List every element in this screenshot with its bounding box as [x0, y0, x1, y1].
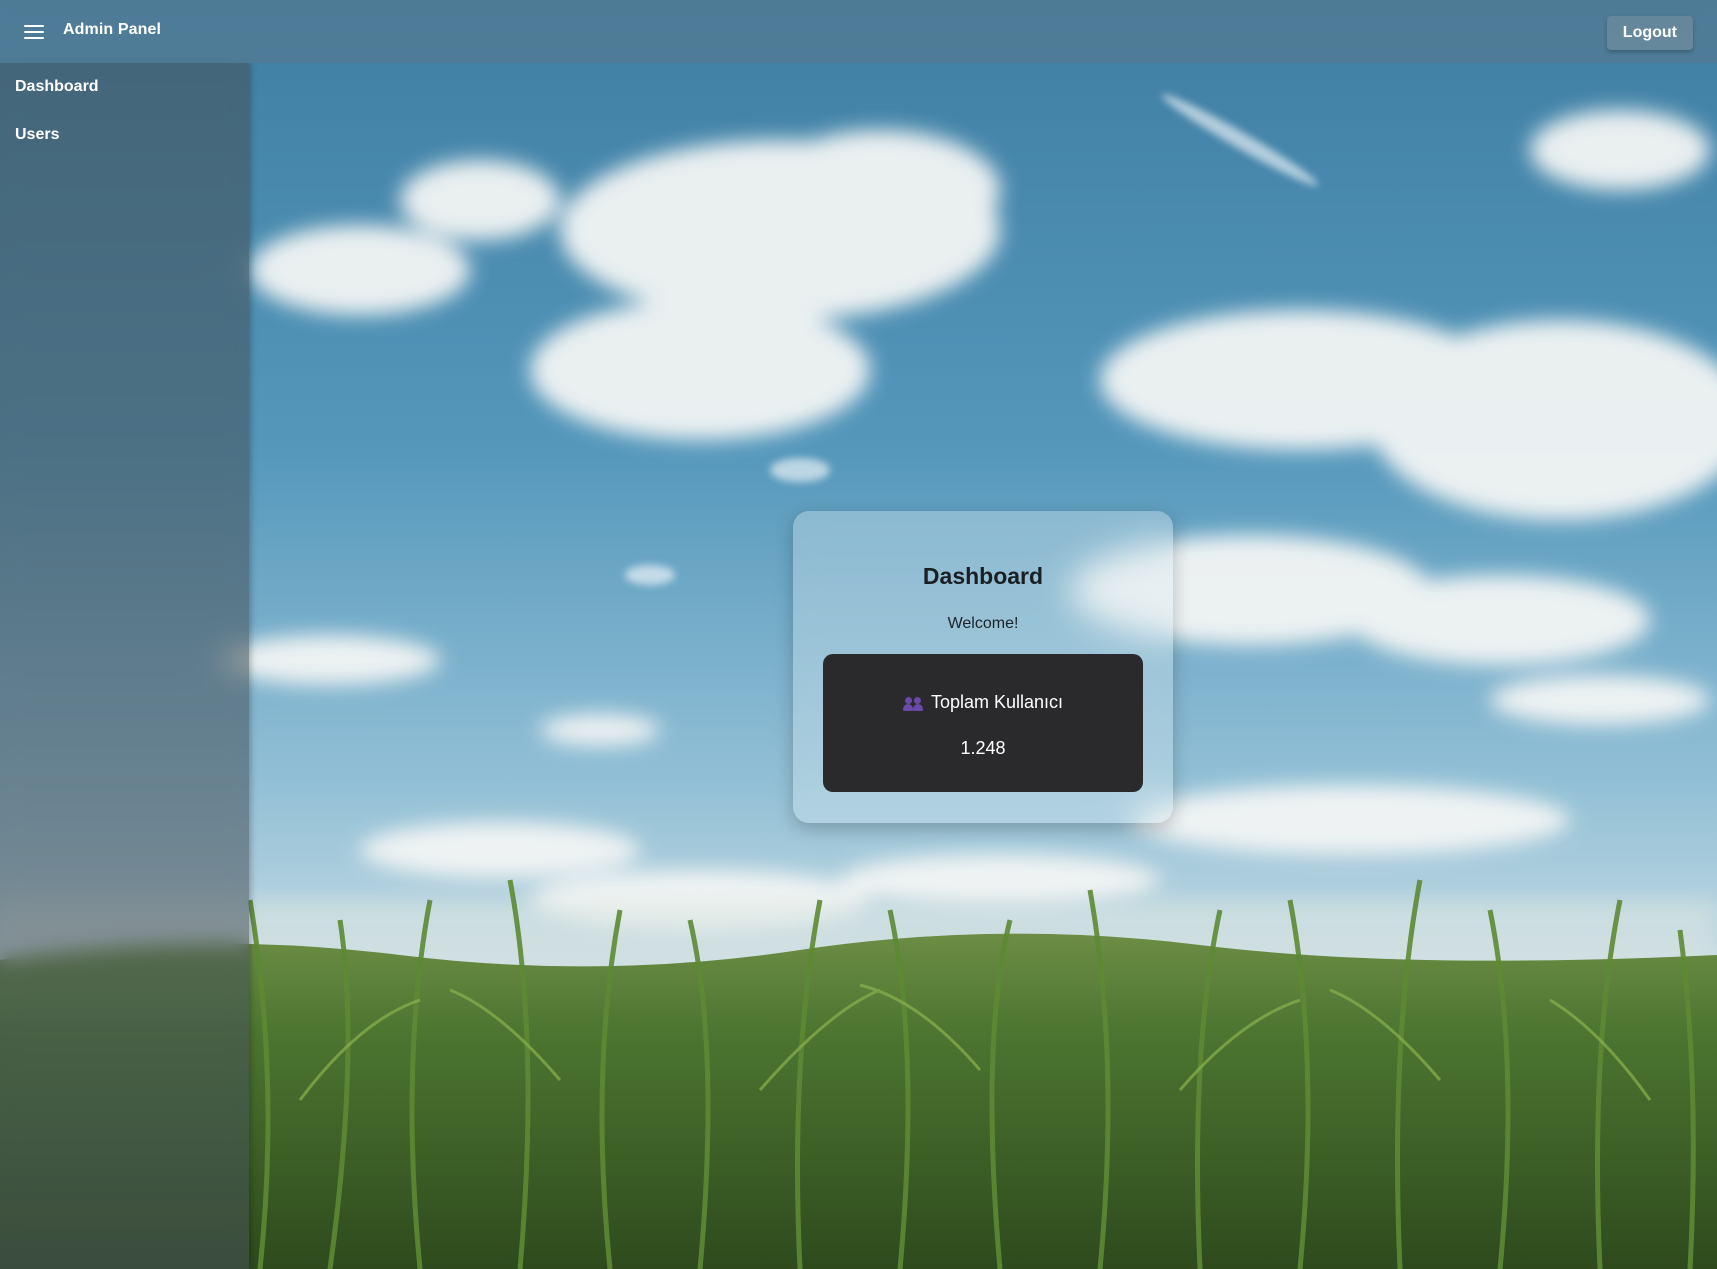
logout-button[interactable]: Logout	[1606, 16, 1693, 50]
sidebar: Dashboard Users	[0, 63, 249, 1269]
menu-bars	[24, 25, 44, 39]
app-bar: Admin Panel Logout	[0, 0, 1717, 63]
total-users-stat: Toplam Kullanıcı 1.248	[823, 654, 1143, 792]
app-viewport: Admin Panel Logout Dashboard Users Dashb…	[0, 0, 1717, 1269]
card-title: Dashboard	[922, 563, 1044, 589]
sidebar-item-users[interactable]: Users	[0, 111, 249, 159]
hamburger-menu-icon[interactable]	[14, 16, 54, 48]
stat-label-row: Toplam Kullanıcı	[823, 692, 1143, 713]
welcome-text: Welcome!	[947, 615, 1019, 632]
app-title: Admin Panel	[63, 21, 162, 38]
stat-value: 1.248	[960, 738, 1006, 758]
stat-label: Toplam Kullanıcı	[930, 692, 1064, 712]
sidebar-item-dashboard[interactable]: Dashboard	[0, 63, 249, 111]
dashboard-card: Dashboard Welcome! Toplam Kullanıcı 1.24…	[793, 511, 1173, 823]
users-icon	[902, 695, 923, 711]
